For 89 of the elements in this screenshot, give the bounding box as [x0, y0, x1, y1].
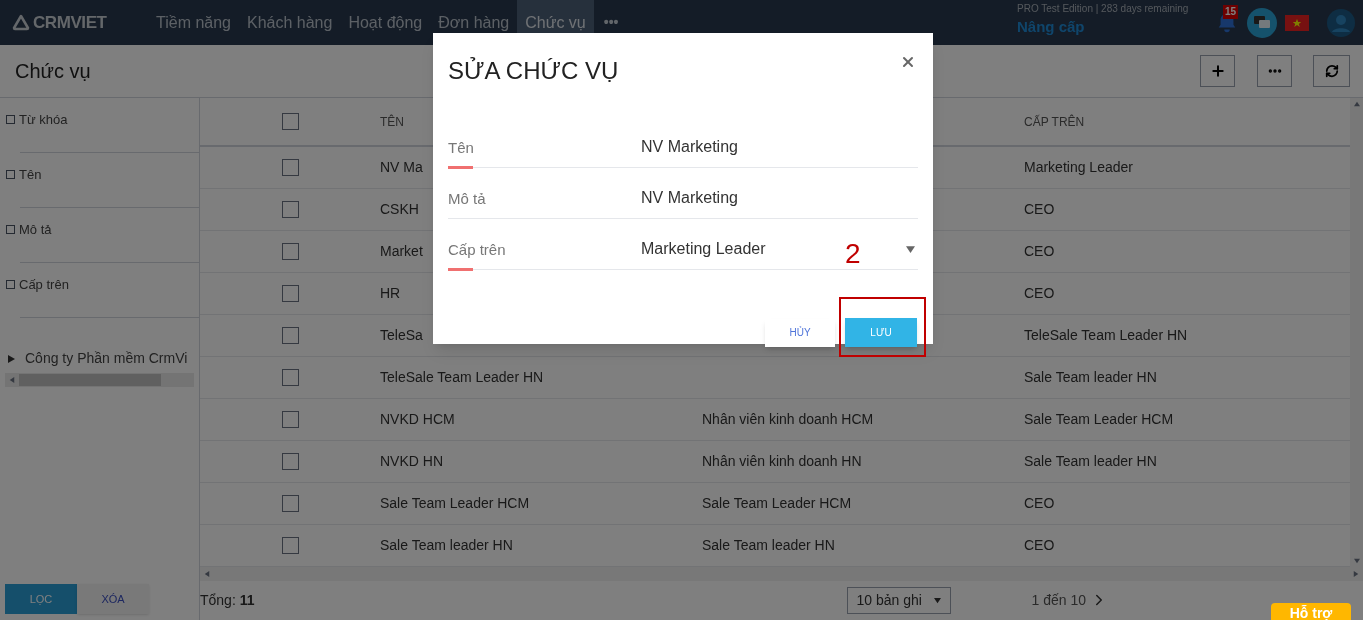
column-header: CẤP TRÊN — [1024, 113, 1085, 131]
page-title: Chức vụ — [15, 59, 91, 84]
table-cell-text: CEO — [1024, 200, 1055, 219]
page-size-select[interactable]: 10 bản ghi — [846, 586, 951, 614]
filter-label: Từ khóa — [19, 111, 68, 129]
row-checkbox[interactable] — [281, 243, 299, 260]
row-checkbox[interactable] — [281, 201, 299, 218]
plus-icon — [1209, 63, 1226, 79]
logo-icon — [12, 14, 30, 31]
scroll-up-icon[interactable] — [1353, 101, 1360, 107]
clear-button[interactable]: XÓA — [77, 584, 149, 614]
table-cell: NVKD HCM — [380, 411, 455, 427]
annotation-number: 2 — [845, 240, 861, 268]
filter-label: Tên — [19, 166, 42, 184]
vertical-scrollbar[interactable] — [1350, 98, 1363, 567]
table-cell: Sale Team leader HN — [380, 537, 513, 553]
filter-checkbox[interactable] — [6, 280, 15, 290]
horizontal-scrollbar[interactable] — [5, 373, 194, 387]
scroll-left-icon[interactable] — [9, 377, 15, 383]
filter-checkbox[interactable] — [6, 115, 15, 125]
row-checkbox[interactable] — [281, 285, 299, 302]
table-cell: Market — [380, 243, 423, 259]
row-checkbox[interactable] — [281, 159, 299, 176]
input-field[interactable]: NV Marketing — [641, 135, 918, 159]
row-checkbox[interactable] — [281, 537, 299, 554]
table-cell: TeleSa — [380, 327, 423, 343]
tree-item[interactable]: Công ty Phần mềm CrmVi — [25, 348, 188, 369]
table-cell: Sale Team Leader HCM — [380, 495, 530, 511]
more-options-button[interactable] — [1257, 55, 1292, 87]
row-checkbox[interactable] — [281, 327, 299, 344]
page-range: 1 đến 10 — [1031, 590, 1086, 610]
table-cell-text: TeleSale Team Leader HN — [1024, 326, 1188, 345]
refresh-icon — [1324, 64, 1339, 78]
logo-text: CRMVIET — [33, 11, 107, 34]
save-button[interactable]: LƯU — [845, 318, 917, 347]
table-cell: Sale Team Leader HCM — [702, 495, 852, 511]
table-cell: HR — [380, 285, 401, 301]
add-button[interactable] — [1200, 55, 1235, 87]
table-cell: Nhân viên kinh doanh HCM — [702, 411, 874, 427]
table-cell: NVKD HN — [380, 453, 443, 469]
flag-icon[interactable] — [1285, 14, 1309, 31]
refresh-button[interactable] — [1313, 55, 1350, 87]
dialog-title: SỬA CHỨC VỤ — [448, 56, 619, 86]
edition-text: PRO Test Edition | 283 days remaining — [1017, 1, 1190, 16]
caret-icon[interactable] — [933, 596, 941, 604]
total-count: Tổng: 11 — [200, 590, 255, 610]
cancel-button[interactable]: HỦY — [765, 318, 835, 347]
expand-arrow-icon[interactable] — [8, 354, 15, 363]
table-cell-text: CEO — [1024, 242, 1055, 261]
superior-select[interactable]: Marketing Leader — [641, 237, 766, 261]
support-button[interactable]: Hỗ trợ — [1271, 603, 1351, 620]
filter-checkbox[interactable] — [6, 170, 15, 180]
table-cell: NV Ma — [380, 159, 423, 175]
table-cell-text: Sale Team leader HN — [1024, 452, 1157, 471]
row-checkbox[interactable] — [281, 369, 299, 386]
filter-button[interactable]: LỌC — [5, 584, 77, 614]
row-checkbox[interactable] — [281, 495, 299, 512]
table-cell: Sale Team leader HN — [702, 537, 835, 553]
scroll-left-icon[interactable] — [204, 570, 210, 577]
select-all-checkbox[interactable] — [281, 113, 299, 130]
field-label: Tên — [448, 137, 475, 158]
table-cell: TeleSale Team Leader HN — [380, 369, 544, 385]
filter-label: Cấp trên — [19, 276, 69, 294]
table-cell-text: Marketing Leader — [1024, 158, 1133, 177]
more-menu-button[interactable]: ••• — [593, 12, 629, 33]
table-cell: CSKH — [380, 201, 419, 217]
notification-badge: 15 — [1223, 4, 1239, 19]
column-header: TÊN — [380, 113, 405, 131]
scroll-down-icon[interactable] — [1353, 558, 1360, 564]
scroll-right-icon[interactable] — [1353, 570, 1359, 577]
close-icon[interactable] — [900, 54, 916, 70]
table-cell-text: CEO — [1024, 536, 1055, 555]
filter-checkbox[interactable] — [6, 225, 15, 235]
table-cell: Nhân viên kinh doanh HN — [702, 453, 862, 469]
filter-label: Mô tả — [19, 221, 52, 239]
table-cell-text: Sale Team Leader HCM — [1024, 410, 1174, 429]
row-checkbox[interactable] — [281, 453, 299, 470]
field-label: Cấp trên — [448, 239, 507, 260]
input-field[interactable]: NV Marketing — [641, 186, 918, 210]
field-label: Mô tả — [448, 188, 487, 209]
upgrade-link[interactable]: Nâng cấp — [1017, 15, 1207, 39]
table-cell-text: CEO — [1024, 284, 1055, 303]
table-scrollbar[interactable] — [200, 567, 1363, 581]
user-avatar-icon[interactable] — [1327, 8, 1355, 37]
dropdown-caret-icon[interactable] — [906, 244, 915, 254]
table-cell-text: Sale Team leader HN — [1024, 368, 1157, 387]
chat-icon[interactable] — [1247, 7, 1277, 38]
row-checkbox[interactable] — [281, 411, 299, 428]
table-cell-text: CEO — [1024, 494, 1055, 513]
